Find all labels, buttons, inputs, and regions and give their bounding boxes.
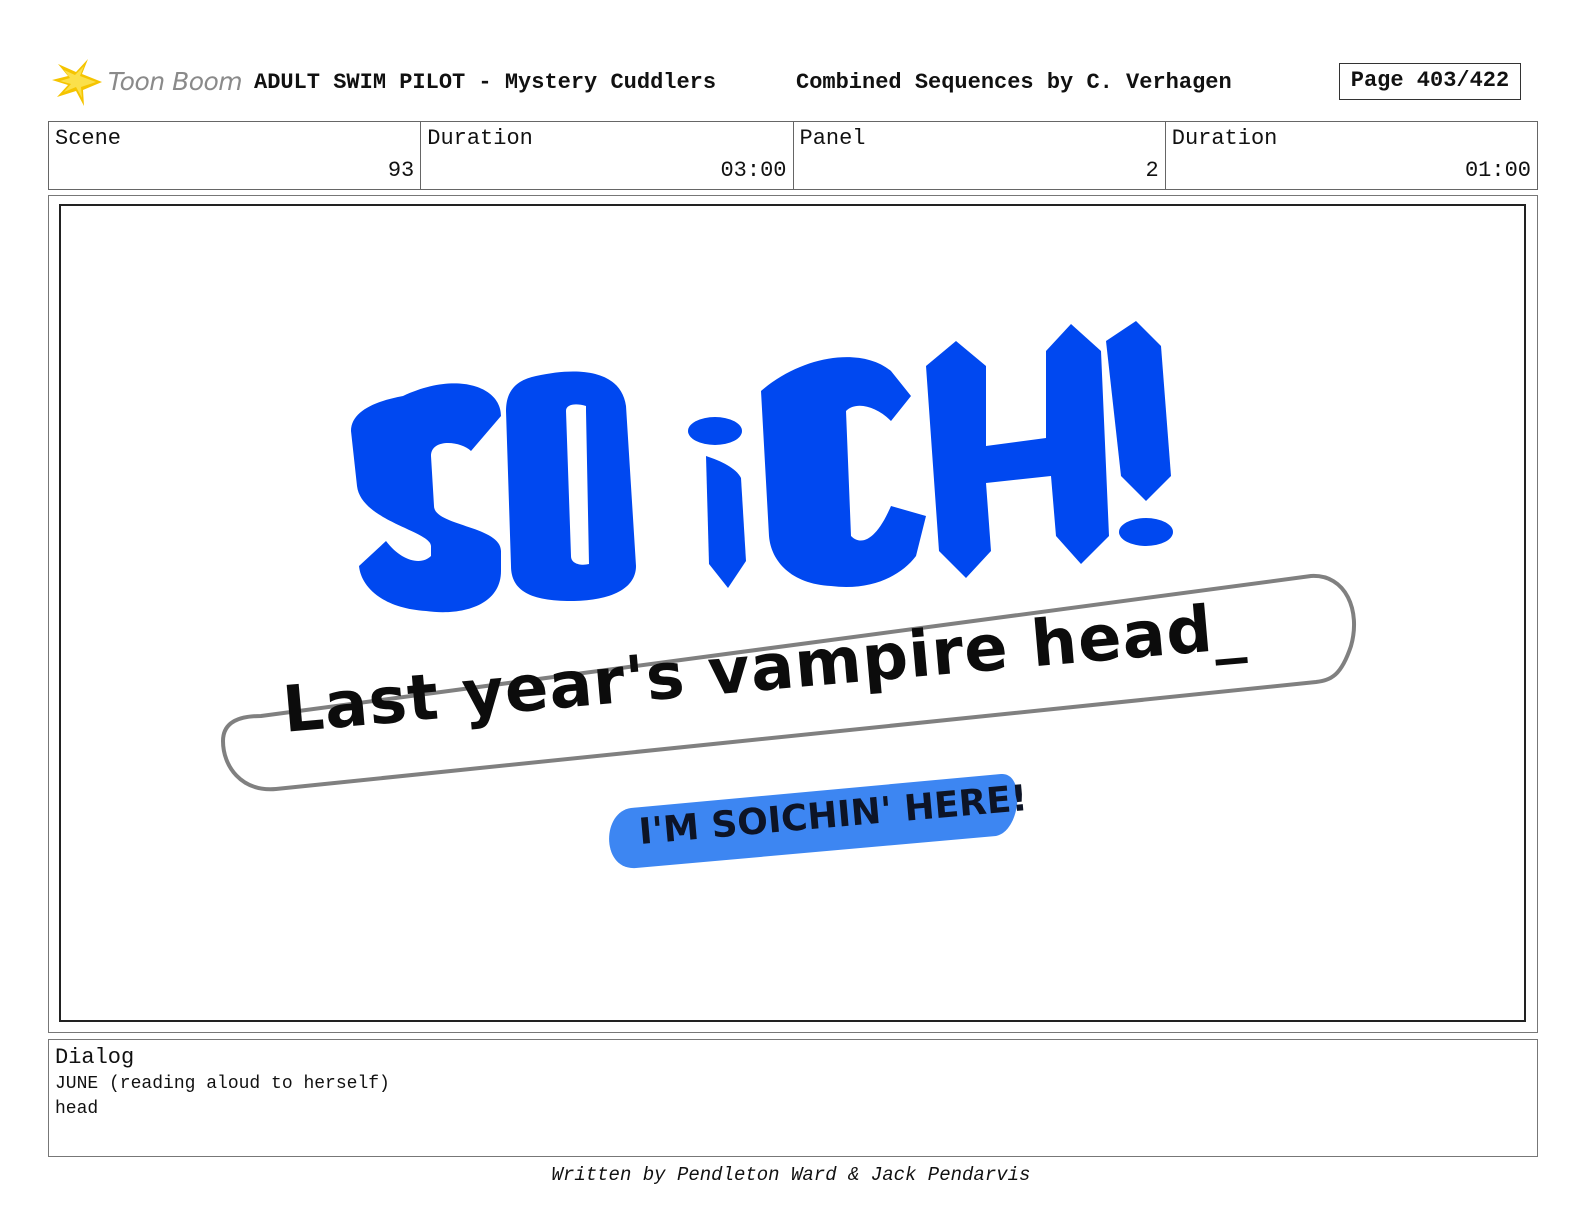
dialog-line-text: head: [55, 1099, 99, 1119]
panel-duration-label: Duration: [1171, 126, 1278, 151]
scene-duration-label: Duration: [427, 126, 533, 151]
panel-frame: Last year's vampire head_ I'M SOICHIN' H…: [48, 195, 1538, 1033]
panel-cell: Panel 2: [794, 122, 1166, 189]
panel-number: 2: [1145, 158, 1159, 183]
logo-text: Toon Boom: [108, 67, 243, 96]
dialog-title: Dialog: [55, 1045, 135, 1070]
credits-footer: Written by Pendleton Ward & Jack Pendarv…: [551, 1164, 1031, 1186]
scene-duration-value: 03:00: [720, 158, 787, 183]
starburst-icon: [52, 59, 102, 106]
toon-boom-logo: Toon Boom: [52, 56, 243, 108]
panel-duration-cell: Duration 01:00: [1166, 122, 1537, 189]
scene-duration-cell: Duration 03:00: [421, 122, 794, 189]
soich-logo: [351, 321, 1173, 613]
scene-label: Scene: [55, 126, 122, 151]
panel-image: Last year's vampire head_ I'M SOICHIN' H…: [59, 204, 1526, 1022]
sequence-title: Combined Sequences by C. Verhagen: [796, 70, 1232, 95]
scene-info-row: Scene 93 Duration 03:00 Panel 2 Duration…: [48, 121, 1538, 190]
project-title: ADULT SWIM PILOT - Mystery Cuddlers: [254, 70, 717, 95]
dialog-line-speaker: JUNE (reading aloud to herself): [55, 1074, 390, 1094]
panel-label: Panel: [799, 126, 866, 151]
dialog-box: Dialog JUNE (reading aloud to herself) h…: [48, 1039, 1538, 1157]
scene-cell: Scene 93: [49, 122, 422, 189]
panel-duration-value: 01:00: [1464, 158, 1531, 183]
scene-number: 93: [387, 158, 415, 183]
page-indicator: Page 403/422: [1339, 63, 1521, 100]
storyboard-header: Toon Boom ADULT SWIM PILOT - Mystery Cud…: [48, 52, 1538, 112]
